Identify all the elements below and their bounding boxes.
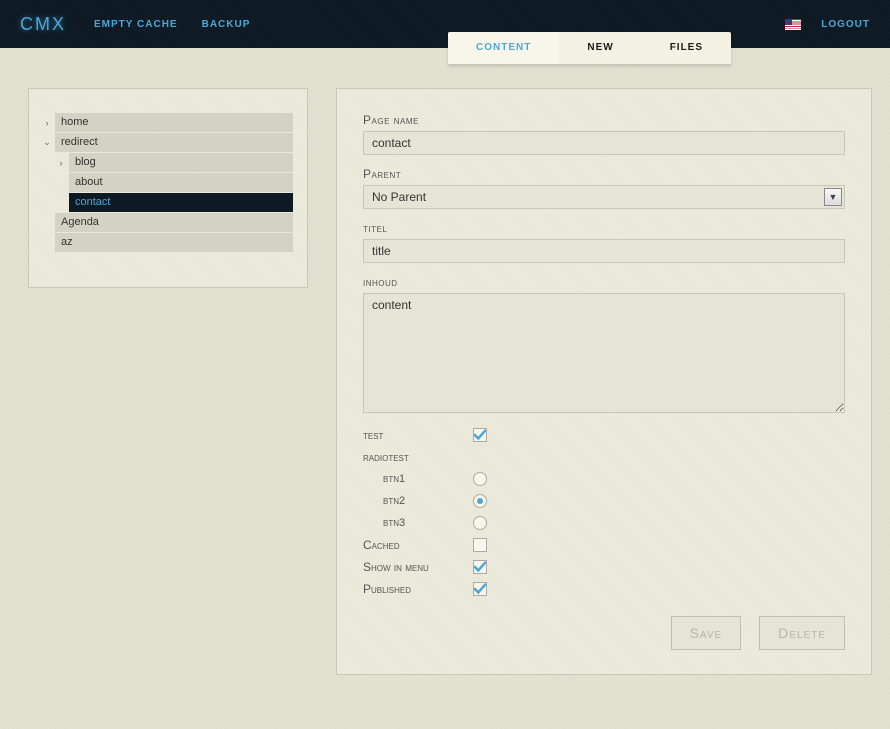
inhoud-textarea[interactable] [363,293,845,413]
brand-logo: CMX [20,14,66,35]
tree-item-blog[interactable]: ›blog [39,153,293,172]
tab-new[interactable]: NEW [559,32,641,64]
tree-item-redirect[interactable]: ⌄redirect [39,133,293,152]
radio-btn3[interactable] [473,516,487,530]
cached-checkbox[interactable] [473,538,487,552]
backup-link[interactable]: BACKUP [202,19,251,30]
tree-item-label[interactable]: home [55,113,293,132]
tree-item-contact[interactable]: contact [39,193,293,212]
tab-content[interactable]: CONTENT [448,32,559,64]
published-label: Published [363,582,473,596]
chevron-right-icon[interactable]: › [53,158,69,168]
published-checkbox[interactable] [473,582,487,596]
chevron-right-icon[interactable]: › [39,118,55,128]
parent-select[interactable]: ▼ [363,185,845,209]
save-button[interactable]: Save [671,616,742,650]
page-name-input[interactable] [363,131,845,155]
page-tree: ›home⌄redirect›blogaboutcontactAgendaaz [28,88,308,288]
titel-label: titel [363,221,845,235]
tree-item-label[interactable]: about [69,173,293,192]
show-in-menu-label: Show in menu [363,560,473,574]
radio-btn3-label: btn3 [363,517,473,529]
radio-btn1[interactable] [473,472,487,486]
cached-label: Cached [363,538,473,552]
parent-label: Parent [363,167,845,181]
logout-link[interactable]: LOGOUT [821,19,870,30]
flag-us-icon[interactable] [785,19,801,30]
tree-item-label[interactable]: blog [69,153,293,172]
tree-item-label[interactable]: redirect [55,133,293,152]
tree-item-home[interactable]: ›home [39,113,293,132]
empty-cache-link[interactable]: EMPTY CACHE [94,19,178,30]
titel-input[interactable] [363,239,845,263]
radio-btn2-label: btn2 [363,495,473,507]
inhoud-label: inhoud [363,275,845,289]
radio-btn2[interactable] [473,494,487,508]
tree-item-label[interactable]: contact [69,193,293,212]
parent-select-value[interactable] [363,185,845,209]
test-label: test [363,428,473,442]
delete-button[interactable]: Delete [759,616,845,650]
chevron-down-icon[interactable]: ▼ [824,188,842,206]
show-in-menu-checkbox[interactable] [473,560,487,574]
tab-files[interactable]: FILES [642,32,731,64]
radiotest-label: radiotest [363,450,473,464]
page-form: Page name Parent ▼ titel inhoud test rad… [336,88,872,675]
tree-item-about[interactable]: about [39,173,293,192]
tab-bar: CONTENT NEW FILES [448,32,731,64]
tree-item-label[interactable]: az [55,233,293,252]
radio-btn1-label: btn1 [363,473,473,485]
tree-item-az[interactable]: az [39,233,293,252]
page-name-label: Page name [363,113,845,127]
top-bar: CMX EMPTY CACHE BACKUP LOGOUT [0,0,890,48]
chevron-down-icon[interactable]: ⌄ [39,137,55,148]
tree-item-agenda[interactable]: Agenda [39,213,293,232]
tree-item-label[interactable]: Agenda [55,213,293,232]
test-checkbox[interactable] [473,428,487,442]
